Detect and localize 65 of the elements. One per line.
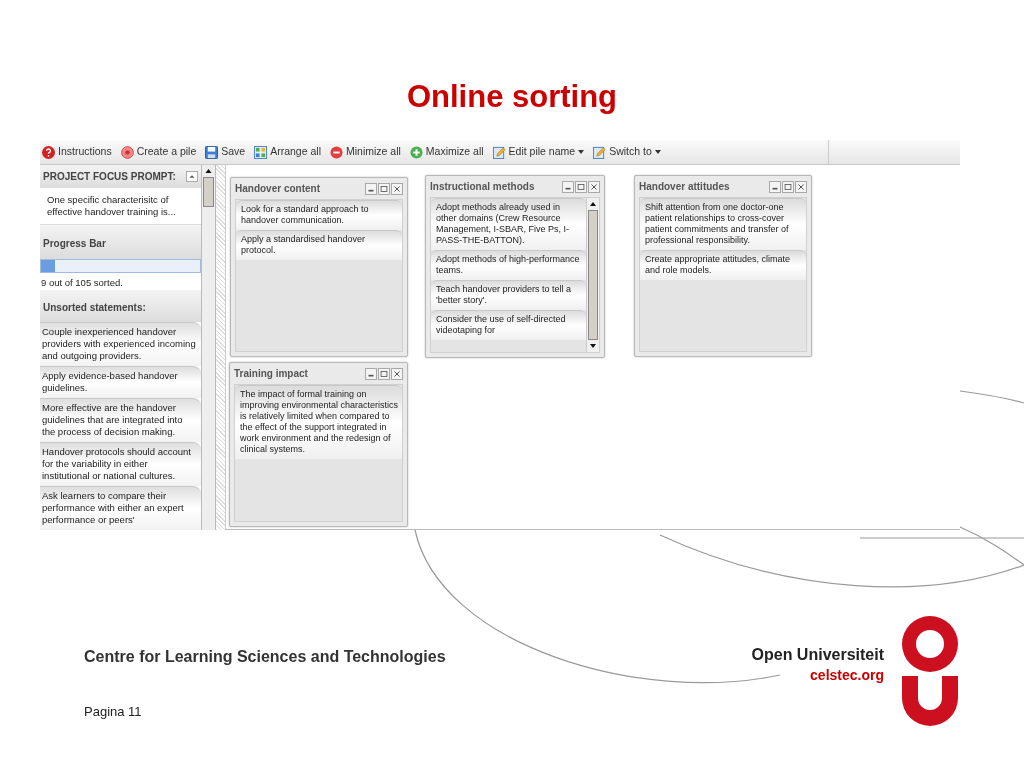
pile-title: Handover attitudes	[639, 180, 730, 194]
save-icon	[205, 145, 219, 159]
pile-window[interactable]	[229, 362, 408, 527]
pencil-icon	[593, 145, 607, 159]
close-window-icon[interactable]	[391, 182, 403, 195]
help-icon	[42, 145, 55, 159]
minimize-window-icon[interactable]	[365, 182, 377, 195]
toolbar-button[interactable]: Minimize all	[329, 144, 401, 160]
statement-card[interactable]: Consider the use of self-directed videotaping for	[431, 310, 586, 340]
progress-reading: 9 out of 105 sorted.	[40, 275, 124, 290]
statement-card[interactable]: Apply a standardised handover protocol.	[236, 230, 402, 260]
website-link[interactable]: celstec.org	[810, 665, 884, 685]
pile-title: Training impact	[234, 367, 308, 381]
scroll-thumb[interactable]	[203, 177, 214, 207]
statement-card[interactable]: Handover protocols should account for the variability in either institutional or national cultures.	[40, 442, 201, 486]
maximize-window-icon[interactable]	[378, 367, 390, 380]
toolbar-button[interactable]: Maximize all	[409, 144, 484, 160]
statement-card[interactable]: Couple inexperienced handover providers with experienced incoming and outgoing providers.	[40, 322, 201, 366]
grid-icon	[254, 145, 268, 159]
scrollbar[interactable]	[586, 198, 599, 352]
pile-window[interactable]	[425, 175, 605, 358]
slide-title: Online sorting	[406, 78, 618, 116]
statement-card[interactable]: More effective are the handover guidelines that are integrated into the process of decision making.	[40, 398, 201, 442]
minimize-window-icon[interactable]	[562, 180, 574, 193]
close-window-icon[interactable]	[795, 180, 807, 193]
close-window-icon[interactable]	[588, 180, 600, 193]
statement-card[interactable]: Shift attention from one doctor-one patient relationships to cross-cover patient commitments and transfer of professional responsibility.	[640, 198, 806, 250]
pencil-icon	[492, 145, 506, 159]
collapse-icon[interactable]	[186, 171, 198, 182]
pile-window[interactable]	[634, 175, 812, 357]
progress-heading: Progress Bar	[43, 238, 106, 249]
page-number: Pagina 11	[84, 703, 142, 721]
toolbar-button[interactable]: Edit pile name	[492, 144, 585, 160]
maximize-window-icon[interactable]	[782, 180, 794, 193]
maximize-window-icon[interactable]	[378, 182, 390, 195]
brand-name: Open Universiteit	[751, 645, 884, 665]
statement-card[interactable]: Ask learners to compare their performance with either an expert performance or peers'	[40, 486, 201, 530]
pile-title: Instructional methods	[430, 180, 535, 194]
statement-card[interactable]: Apply evidence-based handover guidelines.	[40, 366, 201, 398]
toolbar-button[interactable]: Instructions	[42, 144, 112, 160]
statement-card[interactable]: Adopt methods already used in other domains (Crew Resource Management, I-SBAR, Five Ps, I-PASS-THE-BATTON).	[431, 198, 586, 250]
logo-icon	[900, 614, 960, 726]
target-icon	[120, 145, 134, 159]
toolbar-button[interactable]: Switch to	[593, 144, 661, 160]
statement-card[interactable]: Teach handover providers to tell a 'better story'.	[431, 280, 586, 310]
unsorted-heading: Unsorted statements:	[43, 302, 146, 313]
scrollbar[interactable]	[202, 165, 216, 530]
pile-title: Handover content	[235, 182, 320, 196]
pile-window[interactable]: Handover content Look for a standard approach to handover communication. Apply a standardised handover protocol.	[230, 177, 408, 357]
maximize-window-icon[interactable]	[575, 180, 587, 193]
minus-icon	[329, 145, 343, 159]
toolbar-button[interactable]: Create a pile	[120, 144, 197, 160]
statement-card[interactable]: Look for a standard approach to handover communication.	[236, 200, 402, 230]
organisation-name: Centre for Learning Sciences and Technologies	[84, 647, 446, 667]
statement-card[interactable]: Adopt methods of high-performance teams.	[431, 250, 586, 280]
statement-card[interactable]: The impact of formal training on improving environmental characteristics is relatively limited when compared to the effect of the support integrated in work environment and the redesign of clinical systems.	[235, 385, 402, 459]
plus-icon	[409, 145, 423, 159]
toolbar-button[interactable]: Arrange all	[254, 144, 321, 160]
minimize-window-icon[interactable]	[365, 367, 377, 380]
scroll-thumb[interactable]	[588, 210, 598, 340]
close-window-icon[interactable]	[391, 367, 403, 380]
minimize-window-icon[interactable]	[769, 180, 781, 193]
toolbar-button[interactable]: Save	[205, 144, 246, 160]
prompt-heading: PROJECT FOCUS PROMPT:	[43, 170, 176, 184]
statement-card[interactable]: Create appropriate attitudes, climate and role models.	[640, 250, 806, 280]
